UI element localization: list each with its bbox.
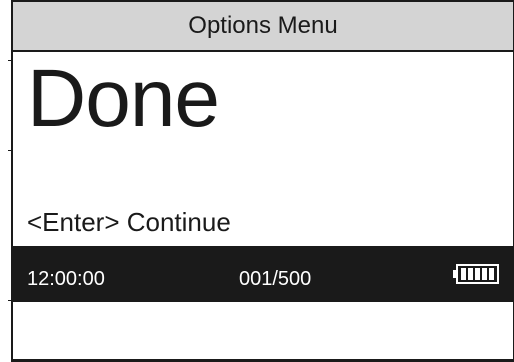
battery-full-icon (453, 264, 499, 284)
battery-cell (489, 268, 494, 280)
device-screen: Options Menu Done <Enter> Continue 12:00… (0, 0, 514, 362)
status-message: Done (27, 53, 220, 144)
continue-prompt[interactable]: <Enter> Continue (27, 207, 231, 238)
clock-display: 12:00:00 (27, 268, 105, 290)
left-edge (0, 0, 11, 362)
record-counter: 001/500 (239, 268, 312, 290)
status-bar: 12:00:00 001/500 (13, 246, 513, 302)
battery-cell (468, 268, 473, 280)
display-panel: Options Menu Done <Enter> Continue 12:00… (11, 0, 514, 362)
title-bar: Options Menu (13, 0, 513, 52)
battery-cell (461, 268, 466, 280)
menu-title: Options Menu (188, 12, 338, 39)
battery-cell (482, 268, 487, 280)
battery-cell (475, 268, 480, 280)
